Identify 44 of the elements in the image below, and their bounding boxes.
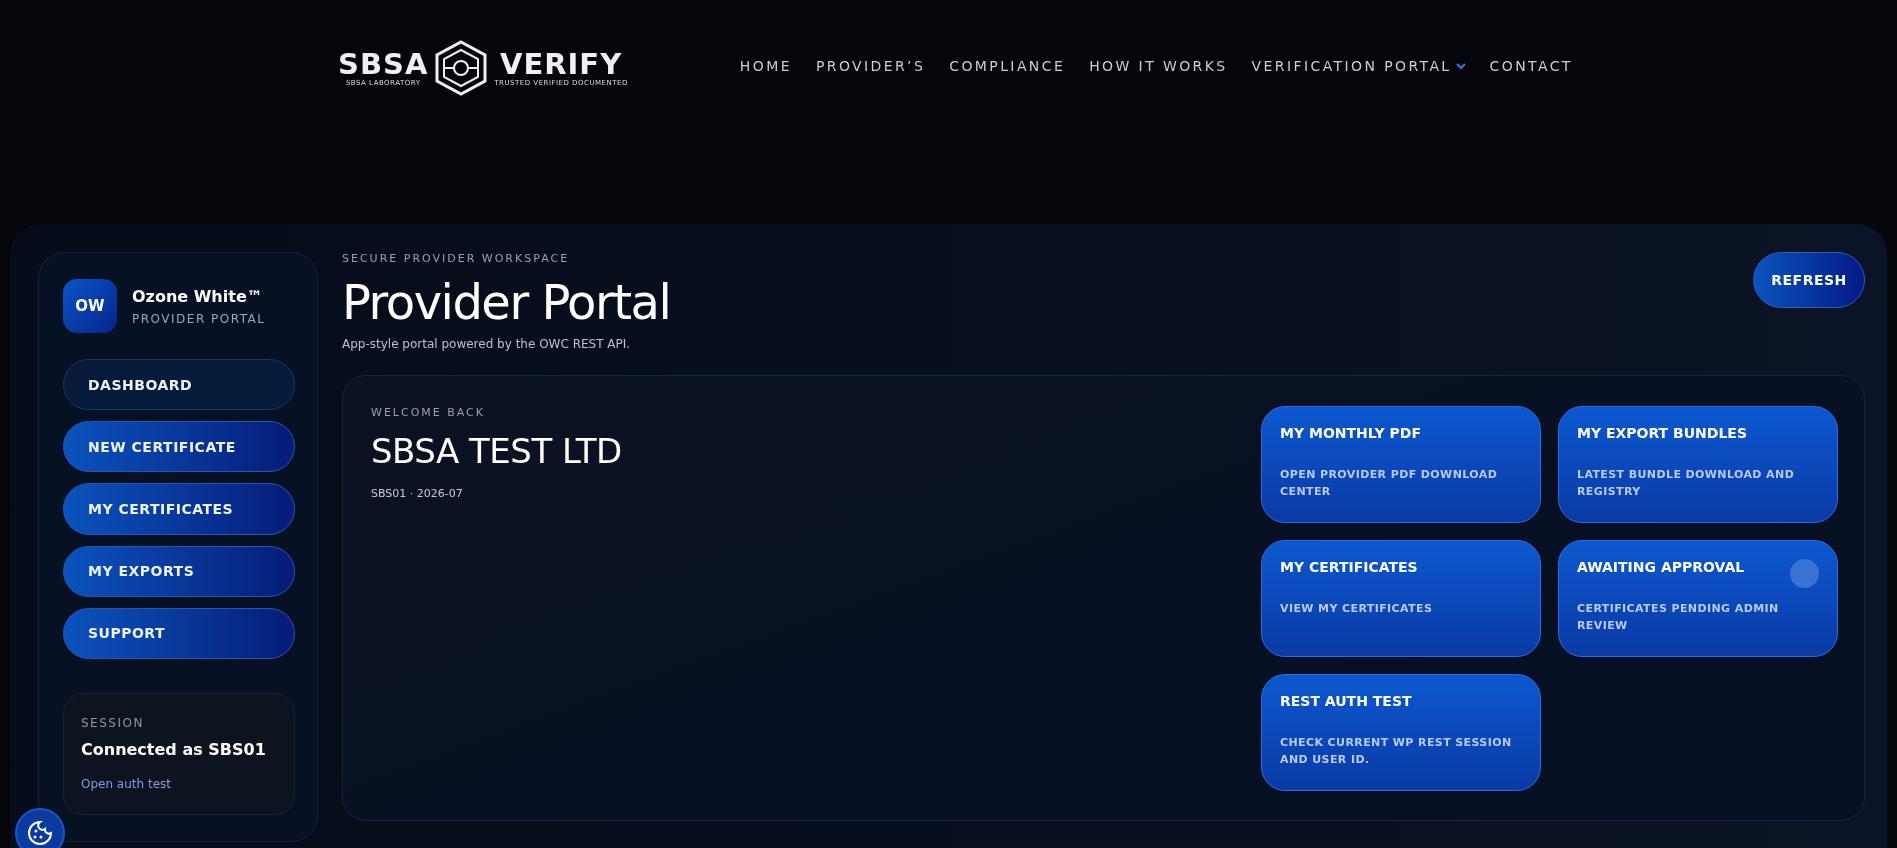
tile-title: AWAITING APPROVAL [1577,559,1745,575]
indicator-dot [1790,559,1819,588]
sidebar-item[interactable]: DASHBOARD [63,359,295,411]
session-status: Connected as SBS01 [81,740,267,759]
nav-link[interactable]: HOME [739,58,792,74]
welcome-eyebrow: WELCOME BACK [371,406,486,419]
auth-test-link[interactable]: Open auth test [81,777,171,791]
tile-description: OPEN PROVIDER PDF DOWNLOAD CENTER [1280,467,1499,500]
section-eyebrow: SECURE PROVIDER WORKSPACE [342,252,571,265]
action-tile[interactable]: REST AUTH TEST CHECK CURRENT WP REST SESSION AND USER ID. [1261,674,1541,791]
tile-description: LATEST BUNDLE DOWNLOAD AND REGISTRY [1577,467,1796,500]
avatar-badge: OW [63,279,117,333]
sidebar-item[interactable]: MY CERTIFICATES [63,483,295,535]
nav-link[interactable]: COMPLIANCE [949,58,1066,74]
sidebar-item[interactable]: MY EXPORTS [63,545,295,597]
action-tile[interactable]: AWAITING APPROVAL CERTIFICATES PENDING ADMIN REVIEW [1558,540,1838,657]
action-tile[interactable]: MY MONTHLY PDF OPEN PROVIDER PDF DOWNLOAD CENTER [1261,406,1541,523]
cookie-icon [27,820,53,846]
tile-title: MY MONTHLY PDF [1280,425,1421,441]
nav-link[interactable]: VERIFICATION PORTAL [1251,58,1466,74]
logo-wordmark: SBSA [338,49,429,79]
page-subtitle: App-style portal powered by the OWC REST API. [342,337,632,351]
action-tile[interactable]: MY CERTIFICATES VIEW MY CERTIFICATES [1261,540,1541,657]
tile-title: MY EXPORT BUNDLES [1577,425,1747,441]
sidebar-item[interactable]: SUPPORT [63,607,295,659]
chevron-down-icon [1455,62,1466,70]
tile-title: MY CERTIFICATES [1280,559,1418,575]
provider-name: Ozone White™ [132,286,264,306]
provider-subtitle: PROVIDER PORTAL [132,311,266,326]
tile-description: VIEW MY CERTIFICATES [1280,601,1434,617]
tile-description: CHECK CURRENT WP REST SESSION AND USER ID. [1280,735,1513,768]
company-name: SBSA TEST LTD [371,431,622,471]
session-label: SESSION [81,716,145,730]
page-title: Provider Portal [342,273,671,331]
action-tile[interactable]: MY EXPORT BUNDLES LATEST BUNDLE DOWNLOAD AND REGISTRY [1558,406,1838,523]
refresh-button[interactable]: REFRESH [1753,252,1865,308]
nav-link[interactable]: HOW IT WORKS [1089,58,1228,74]
nav-link[interactable]: CONTACT [1489,58,1573,74]
logo-wordmark: VERIFY [500,49,623,79]
nav-link[interactable]: PROVIDER’S [815,58,926,74]
tile-description: CERTIFICATES PENDING ADMIN REVIEW [1577,601,1780,634]
sidebar-item[interactable]: NEW CERTIFICATE [63,421,295,473]
tile-title: REST AUTH TEST [1280,693,1412,709]
company-meta: SBS01 · 2026-07 [371,487,464,500]
